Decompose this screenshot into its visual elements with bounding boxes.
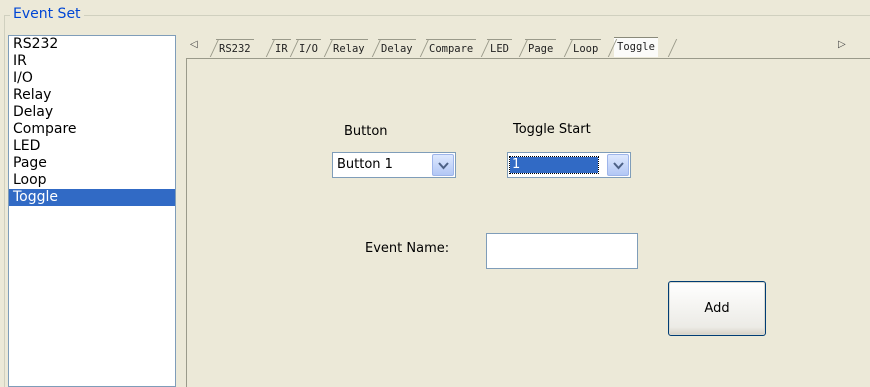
tab-divider	[667, 39, 678, 57]
list-item-toggle[interactable]: Toggle	[9, 189, 175, 206]
tab-scroll-left-icon[interactable]: ◁	[190, 39, 198, 50]
toggle-start-select[interactable]: 1	[507, 152, 631, 178]
tab-rs232[interactable]: RS232	[216, 39, 254, 57]
list-item-compare[interactable]: Compare	[9, 121, 175, 138]
list-item-loop[interactable]: Loop	[9, 172, 175, 189]
tab-relay[interactable]: Relay	[330, 39, 368, 57]
list-item-io[interactable]: I/O	[9, 70, 175, 87]
tab-compare[interactable]: Compare	[426, 39, 477, 57]
list-item-relay[interactable]: Relay	[9, 87, 175, 104]
tab-io[interactable]: I/O	[296, 39, 321, 57]
list-item-rs232[interactable]: RS232	[9, 36, 175, 53]
tab-page[interactable]: Page	[525, 39, 557, 57]
tab-loop[interactable]: Loop	[570, 39, 602, 57]
tab-delay[interactable]: Delay	[378, 39, 416, 57]
list-item-ir[interactable]: IR	[9, 53, 175, 70]
button-label: Button	[344, 124, 388, 139]
event-name-label: Event Name:	[365, 241, 450, 256]
event-set-title: Event Set	[10, 6, 84, 22]
button-select-value: Button 1	[337, 157, 393, 172]
tab-led[interactable]: LED	[487, 39, 512, 57]
toggle-tab-panel	[186, 58, 870, 387]
list-item-page[interactable]: Page	[9, 155, 175, 172]
tab-toggle[interactable]: Toggle	[614, 37, 658, 57]
chevron-down-icon[interactable]	[432, 154, 454, 176]
add-button[interactable]: Add	[668, 281, 766, 336]
button-select[interactable]: Button 1	[332, 152, 456, 178]
event-type-list[interactable]: RS232 IR I/O Relay Delay Compare LED Pag…	[8, 35, 176, 387]
list-item-delay[interactable]: Delay	[9, 104, 175, 121]
tab-strip: ◁ RS232 IR I/O Relay Delay Compare LED P…	[186, 36, 870, 58]
event-name-input[interactable]	[486, 233, 638, 269]
list-item-led[interactable]: LED	[9, 138, 175, 155]
chevron-down-icon[interactable]	[607, 154, 629, 176]
toggle-start-select-value: 1	[509, 156, 599, 174]
toggle-start-label: Toggle Start	[513, 122, 591, 137]
tab-scroll-right-icon[interactable]: ▷	[838, 39, 846, 50]
tab-ir[interactable]: IR	[272, 39, 291, 57]
